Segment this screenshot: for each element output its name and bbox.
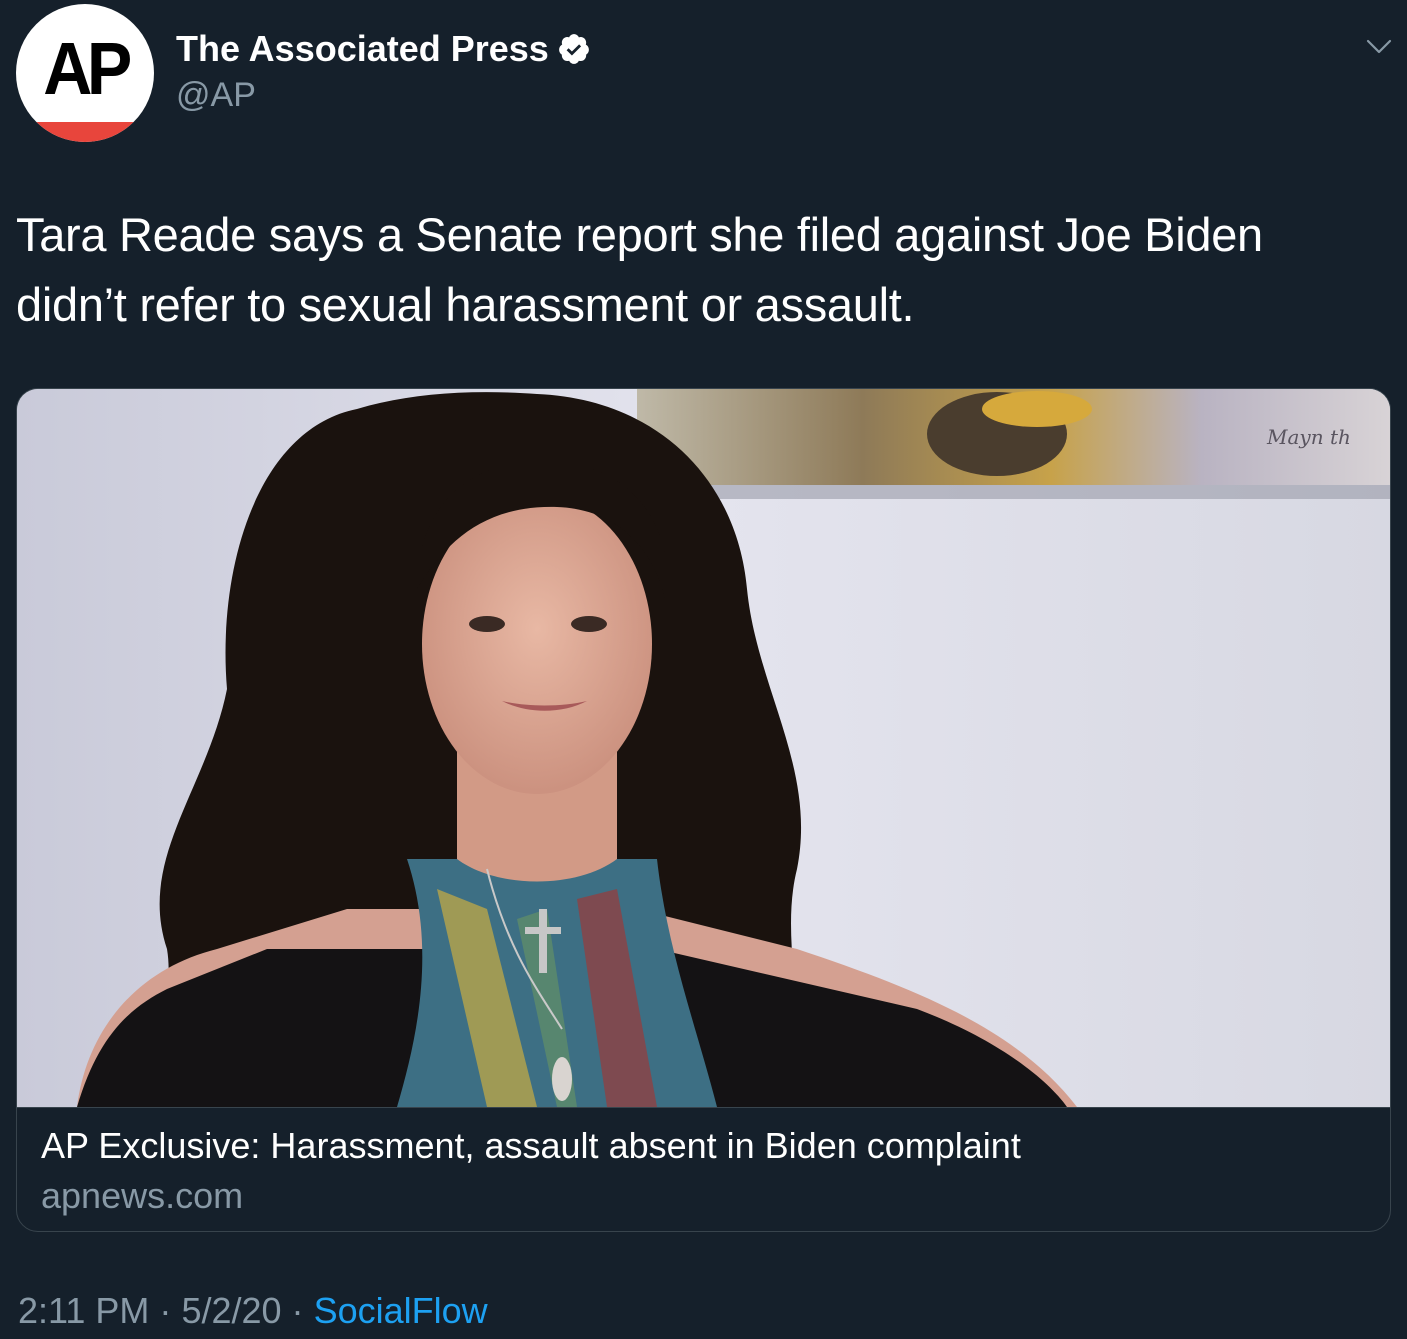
tweet-text: Tara Reade says a Senate report she file… <box>16 200 1386 340</box>
svg-text:Mayn th: Mayn th <box>1266 425 1351 449</box>
chevron-down-icon[interactable] <box>1366 38 1392 56</box>
meta-separator: · <box>291 1290 304 1331</box>
author-display-name[interactable]: The Associated Press <box>176 28 591 70</box>
tweet-date[interactable]: 5/2/20 <box>181 1290 281 1331</box>
tweet-source-link[interactable]: SocialFlow <box>314 1290 488 1331</box>
card-image[interactable]: Mayn th <box>17 389 1390 1107</box>
avatar[interactable]: AP <box>16 4 154 142</box>
meta-separator: · <box>159 1290 172 1331</box>
tweet-meta: 2:11 PM · 5/2/20 · SocialFlow <box>18 1290 488 1332</box>
card-divider <box>17 1107 1390 1108</box>
author-handle[interactable]: @AP <box>176 76 256 115</box>
avatar-logo-text: AP <box>43 27 132 110</box>
author-display-name-text: The Associated Press <box>176 28 549 69</box>
card-domain: apnews.com <box>41 1175 244 1216</box>
tweet-time[interactable]: 2:11 PM <box>18 1290 149 1331</box>
card-title[interactable]: AP Exclusive: Harassment, assault absent… <box>41 1125 1021 1167</box>
card-photo: Mayn th <box>17 389 1390 1107</box>
tweet[interactable]: AP The Associated Press @AP Tara Reade s… <box>0 0 1407 1339</box>
verified-badge-icon <box>558 34 589 64</box>
tweet-text-line-1: Tara Reade says a Senate report she file… <box>16 208 1263 261</box>
avatar-red-stripe <box>16 122 154 142</box>
tweet-text-line-2: didn’t refer to sexual harassment or ass… <box>16 278 915 331</box>
link-card[interactable]: Mayn th AP Exclusive: Harassment, assaul… <box>16 388 1391 1232</box>
